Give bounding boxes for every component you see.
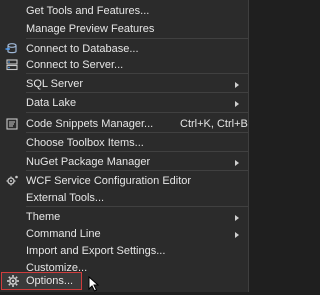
menu-item-theme[interactable]: Theme — [0, 208, 249, 226]
code-snippets-icon — [5, 117, 19, 131]
menu-item-label: NuGet Package Manager — [26, 156, 151, 168]
menu-separator — [26, 92, 248, 93]
menu-separator — [26, 73, 248, 74]
menu-separator — [26, 206, 248, 207]
menu-separator — [26, 151, 248, 152]
connect-server-icon — [5, 58, 19, 72]
submenu-arrow-icon — [235, 160, 239, 166]
connect-database-icon — [5, 42, 19, 56]
menu-item-import-export-settings[interactable]: Import and Export Settings... — [0, 242, 249, 260]
menu-item-label: Options... — [26, 275, 74, 287]
menu-item-options[interactable]: Options... — [1, 272, 82, 290]
menu-item-label: Manage Preview Features — [26, 23, 155, 35]
submenu-arrow-icon — [235, 101, 239, 107]
tools-menu: Get Tools and Features... Manage Preview… — [0, 0, 249, 292]
menu-item-choose-toolbox-items[interactable]: Choose Toolbox Items... — [0, 134, 249, 152]
menu-item-connect-server[interactable]: Connect to Server... — [0, 56, 249, 74]
menu-item-label: SQL Server — [26, 78, 84, 90]
menu-item-label: WCF Service Configuration Editor — [26, 175, 192, 187]
menu-item-label: External Tools... — [26, 192, 105, 204]
menu-separator — [26, 132, 248, 133]
mouse-cursor-icon — [88, 275, 102, 292]
menu-item-wcf-service-config-editor[interactable]: WCF Service Configuration Editor — [0, 172, 249, 190]
menu-item-sql-server[interactable]: SQL Server — [0, 75, 249, 93]
menu-item-label: Import and Export Settings... — [26, 245, 166, 257]
submenu-arrow-icon — [235, 82, 239, 88]
menu-item-external-tools[interactable]: External Tools... — [0, 189, 249, 207]
menu-item-nuget-package-manager[interactable]: NuGet Package Manager — [0, 153, 249, 171]
menu-item-label: Command Line — [26, 228, 101, 240]
submenu-arrow-icon — [235, 232, 239, 238]
menu-item-label: Theme — [26, 211, 61, 223]
menu-item-get-tools-features[interactable]: Get Tools and Features... — [0, 2, 249, 20]
menu-item-label: Choose Toolbox Items... — [26, 137, 144, 149]
menu-separator — [26, 112, 248, 113]
submenu-arrow-icon — [235, 215, 239, 221]
gear-icon — [6, 274, 20, 288]
menu-item-manage-preview-features[interactable]: Manage Preview Features — [0, 20, 249, 38]
menu-separator — [26, 38, 248, 39]
menu-item-code-snippets-manager[interactable]: Code Snippets Manager... Ctrl+K, Ctrl+B — [0, 115, 249, 133]
menu-item-label: Data Lake — [26, 97, 77, 109]
wcf-config-icon — [5, 174, 19, 188]
menu-item-command-line[interactable]: Command Line — [0, 225, 249, 243]
menu-item-shortcut: Ctrl+K, Ctrl+B — [180, 118, 248, 130]
menu-separator — [26, 170, 248, 171]
menu-item-label: Connect to Database... — [26, 43, 139, 55]
menu-item-label: Connect to Server... — [26, 59, 124, 71]
menu-item-label: Code Snippets Manager... — [26, 118, 154, 130]
menu-item-data-lake[interactable]: Data Lake — [0, 94, 249, 112]
menu-item-label: Get Tools and Features... — [26, 5, 150, 17]
